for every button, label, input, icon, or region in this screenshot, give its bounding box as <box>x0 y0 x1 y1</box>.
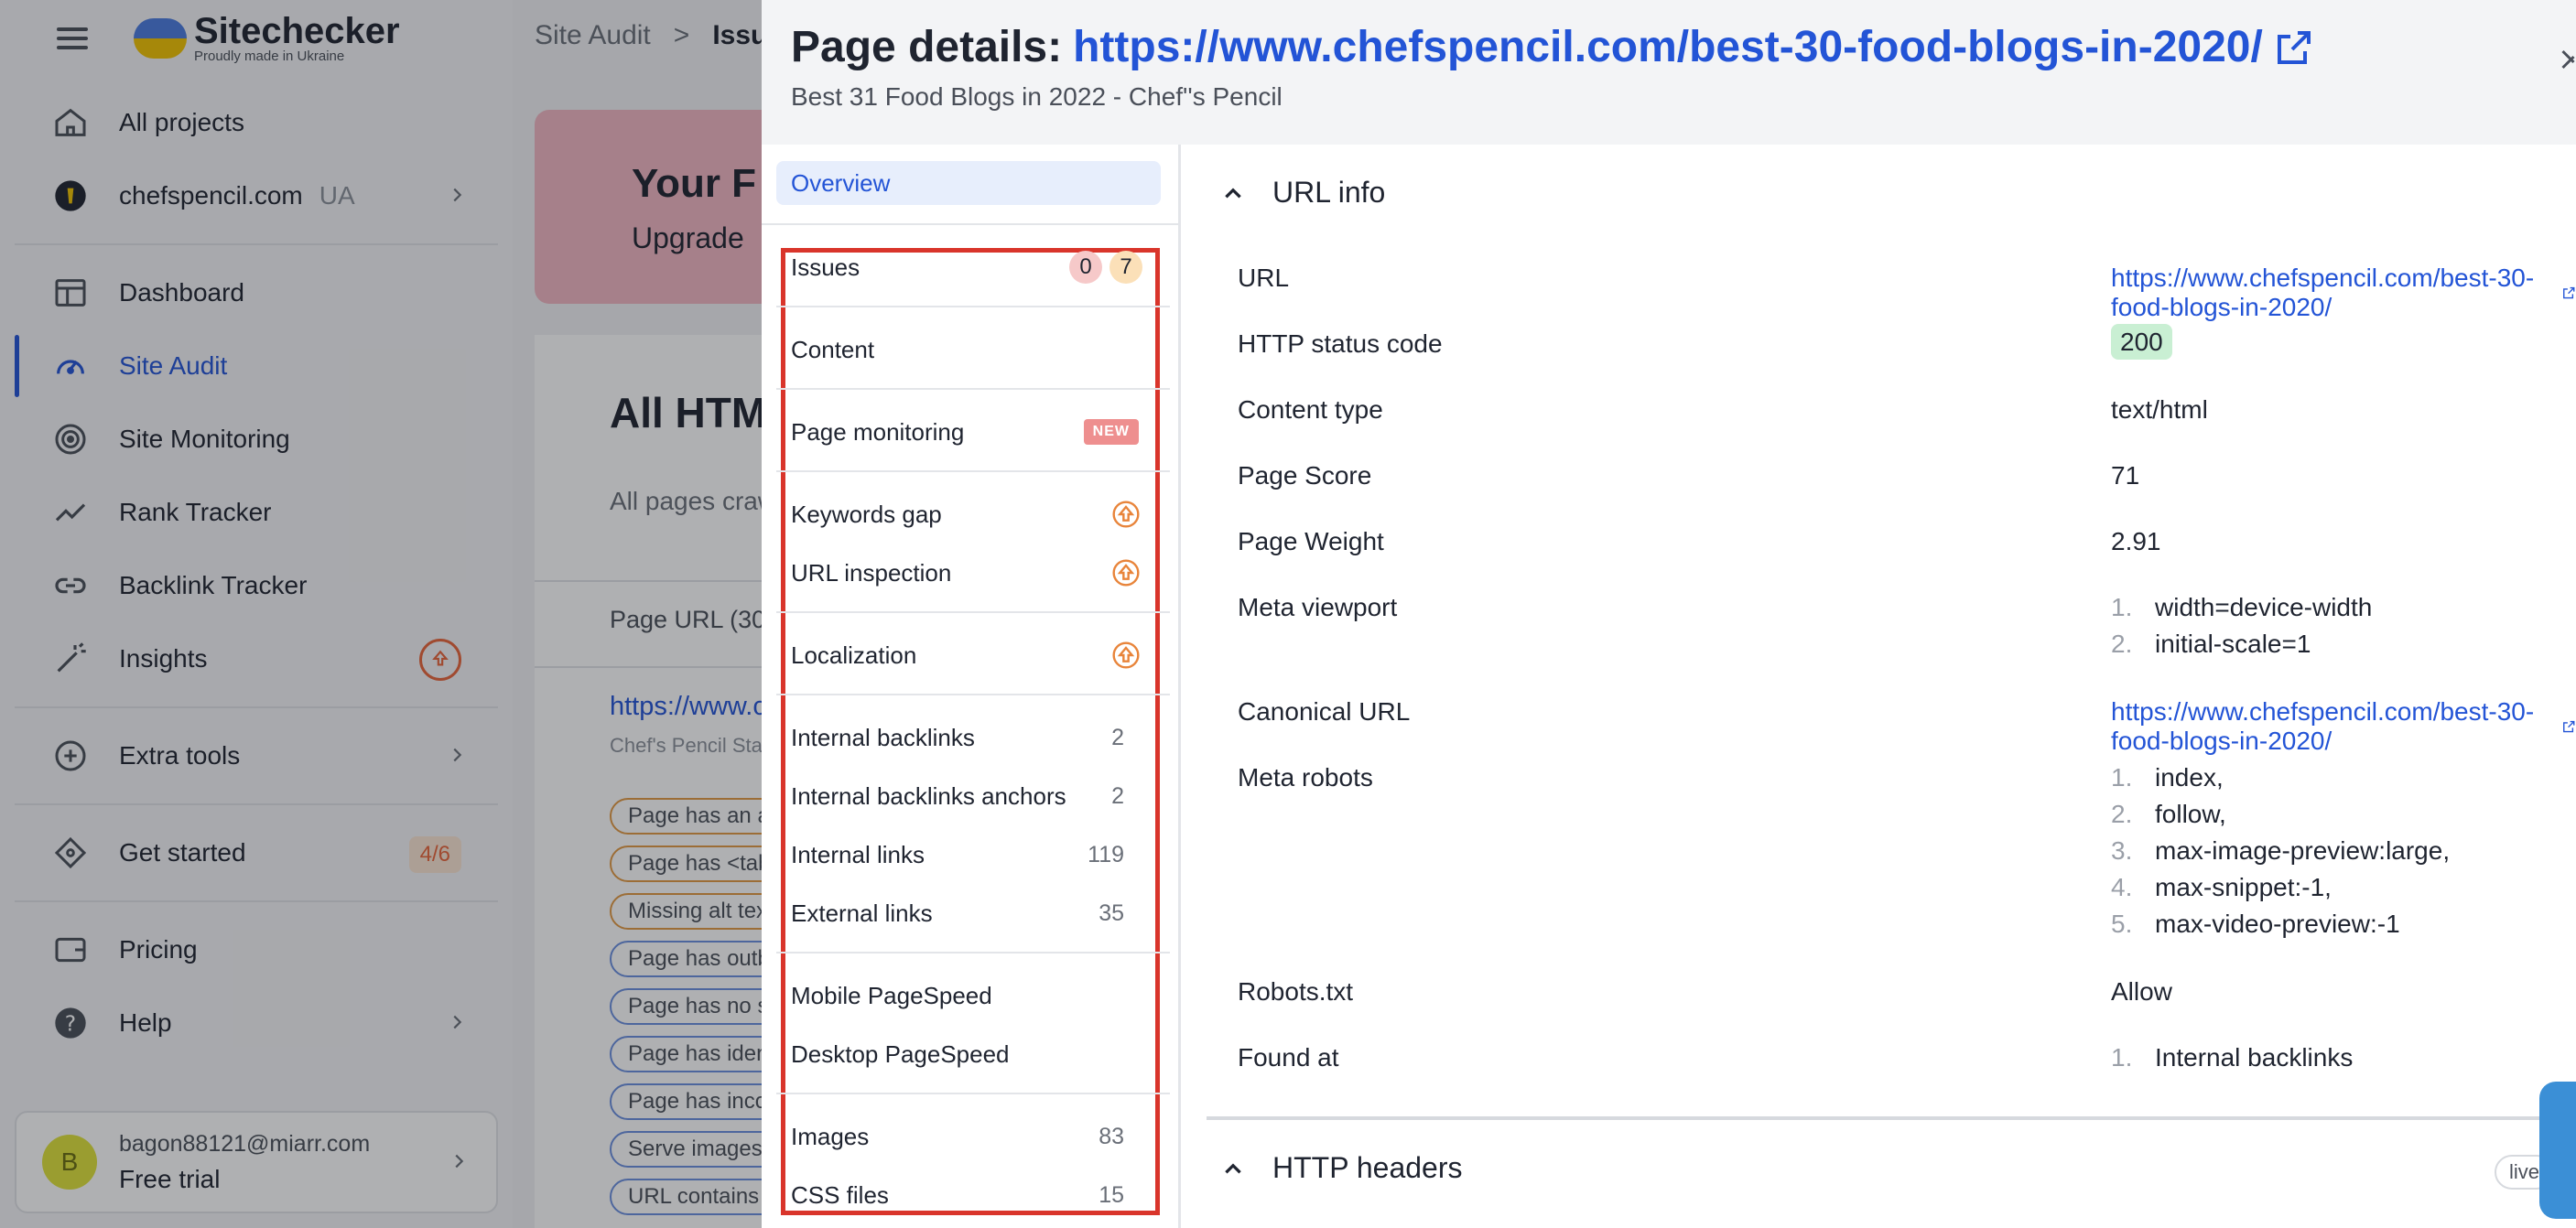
content-type-value: text/html <box>2111 395 2208 424</box>
count-label: 15 <box>1099 1181 1124 1208</box>
chevron-up-icon <box>1225 187 1241 198</box>
field-label: Canonical URL <box>1238 697 1411 726</box>
list-item: 1. width=device-width <box>2111 593 2373 621</box>
menu-item-localization[interactable]: Localization <box>791 637 1157 673</box>
field-label: Robots.txt <box>1238 977 1354 1006</box>
menu-item-external-links[interactable]: External links 35 <box>791 895 1157 932</box>
section-heading: HTTP headers <box>1272 1151 1463 1184</box>
menu-item-url-inspection[interactable]: URL inspection <box>791 555 1157 591</box>
field-label: Meta robots <box>1238 763 1373 792</box>
field-label: Meta viewport <box>1238 593 1398 621</box>
menu-item-desktop-pagespeed[interactable]: Desktop PageSpeed <box>791 1036 1157 1072</box>
list-item: 5. max-video-preview:-1 <box>2111 910 2400 938</box>
warning-count-badge: 7 <box>1109 251 1142 284</box>
field-label: Page Score <box>1238 461 1372 490</box>
field-label: Page Weight <box>1238 527 1384 555</box>
menu-item-content[interactable]: Content <box>791 331 1157 368</box>
count-label: 119 <box>1088 841 1124 867</box>
list-item: 4. max-snippet:-1, <box>2111 873 2332 901</box>
upgrade-icon <box>1112 559 1140 587</box>
external-link-icon <box>2562 286 2574 299</box>
new-badge: NEW <box>1083 419 1139 445</box>
menu-item-internal-backlinks-anchors[interactable]: Internal backlinks anchors 2 <box>791 778 1157 814</box>
drawer-title: Page details: https://www.chefspencil.co… <box>791 22 2316 72</box>
error-count-badge: 0 <box>1069 251 1102 284</box>
drawer-title-prefix: Page details: <box>791 23 1063 71</box>
url-value-link[interactable]: https://www.chefspencil.com/best-30-food… <box>2111 264 2576 322</box>
robots-txt-value: Allow <box>2111 977 2172 1006</box>
drawer-title-url[interactable]: https://www.chefspencil.com/best-30-food… <box>1073 22 2263 72</box>
app-root: Sitechecker Proudly made in Ukraine All … <box>0 0 2576 1228</box>
section-heading: URL info <box>1272 176 1386 209</box>
field-label: Found at <box>1238 1043 1339 1072</box>
tab-overview[interactable]: Overview <box>776 161 1161 205</box>
upgrade-icon <box>1112 641 1140 669</box>
menu-item-keywords-gap[interactable]: Keywords gap <box>791 496 1157 533</box>
external-link-icon <box>2562 720 2574 733</box>
drawer-header: Page details: https://www.chefspencil.co… <box>762 0 2576 145</box>
url-info-section-toggle[interactable]: URL info <box>1221 176 1385 210</box>
support-chat-tab[interactable] <box>2539 1082 2576 1219</box>
http-headers-section-toggle[interactable]: HTTP headers <box>1221 1151 1463 1185</box>
menu-item-page-monitoring[interactable]: Page monitoring NEW <box>791 414 1157 450</box>
menu-item-css-files[interactable]: CSS files 15 <box>791 1177 1157 1213</box>
list-item: 1. Internal backlinks <box>2111 1043 2354 1072</box>
menu-item-internal-links[interactable]: Internal links 119 <box>791 836 1157 873</box>
field-label: URL <box>1238 264 1290 292</box>
menu-item-mobile-pagespeed[interactable]: Mobile PageSpeed <box>791 977 1157 1014</box>
count-label: 2 <box>1111 782 1124 809</box>
page-weight-value: 2.91 <box>2111 527 2161 555</box>
drawer-subtitle: Best 31 Food Blogs in 2022 - Chef''s Pen… <box>791 82 1283 111</box>
status-badge: 200 <box>2111 324 2172 360</box>
menu-item-images[interactable]: Images 83 <box>791 1118 1157 1155</box>
upgrade-icon <box>1112 501 1140 528</box>
field-label: HTTP status code <box>1238 329 1443 358</box>
list-item: 1. index, <box>2111 763 2224 792</box>
menu-item-internal-backlinks[interactable]: Internal backlinks 2 <box>791 719 1157 756</box>
list-item: 2. initial-scale=1 <box>2111 630 2311 658</box>
drawer-detail-panel: URL info URL https://www.chefspencil.com… <box>1183 145 2576 1228</box>
page-score-value: 71 <box>2111 461 2140 490</box>
count-label: 35 <box>1099 899 1124 926</box>
count-label: 83 <box>1099 1123 1124 1149</box>
list-item: 3. max-image-preview:large, <box>2111 836 2451 865</box>
count-label: 2 <box>1111 724 1124 750</box>
external-link-icon[interactable] <box>2272 26 2316 70</box>
field-label: Content type <box>1238 395 1383 424</box>
chevron-up-icon <box>1225 1162 1241 1173</box>
list-item: 2. follow, <box>2111 800 2226 828</box>
page-details-drawer: Page details: https://www.chefspencil.co… <box>762 0 2576 1228</box>
modal-backdrop[interactable] <box>0 0 762 1228</box>
canonical-url-link[interactable]: https://www.chefspencil.com/best-30-food… <box>2111 697 2576 756</box>
close-icon[interactable] <box>2558 46 2576 73</box>
menu-item-issues[interactable]: Issues 0 7 <box>791 249 1157 285</box>
drawer-section-nav: Overview Issues 0 7 Content Page monitor… <box>762 145 1181 1228</box>
